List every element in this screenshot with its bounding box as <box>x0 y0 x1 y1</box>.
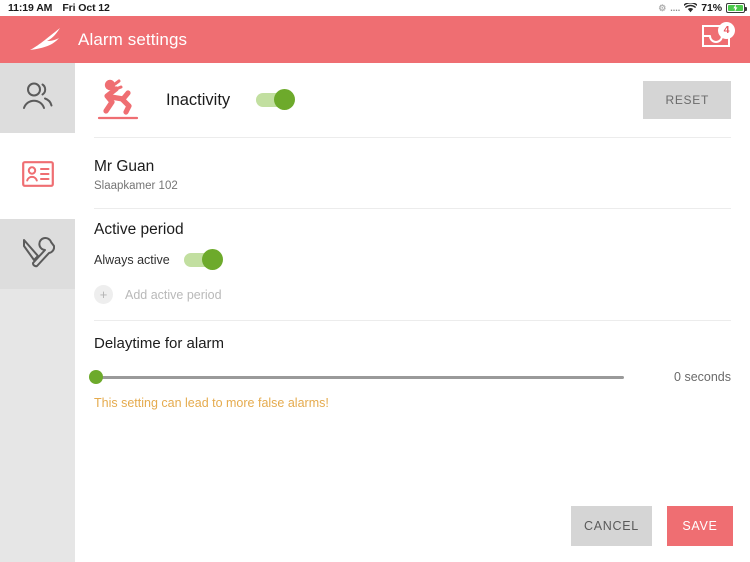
alarm-type-row: Inactivity RESET <box>75 63 750 137</box>
footer-actions: CANCEL SAVE <box>571 506 733 546</box>
patient-name: Mr Guan <box>94 158 155 175</box>
sidebar-item-profile[interactable] <box>0 141 75 211</box>
delaytime-slider[interactable] <box>89 370 624 385</box>
plus-icon: + <box>94 285 113 305</box>
tools-icon <box>21 236 55 273</box>
patient-room: Slaapkamer 102 <box>94 180 178 193</box>
always-active-toggle[interactable] <box>184 249 223 271</box>
cancel-button[interactable]: CANCEL <box>571 506 652 546</box>
delaytime-section: Delaytime for alarm 0 seconds This setti… <box>75 321 750 410</box>
sidebar-item-residents[interactable] <box>0 63 75 133</box>
delaytime-title: Delaytime for alarm <box>94 335 225 353</box>
sidebar <box>0 63 75 562</box>
swift-bird-logo <box>20 27 72 53</box>
app-header: Alarm settings 4 <box>0 16 750 63</box>
wifi-icon <box>684 3 698 13</box>
delaytime-slider-row: 0 seconds <box>89 370 731 385</box>
active-period-title: Active period <box>94 221 184 239</box>
page-title: Alarm settings <box>78 29 188 49</box>
alarm-settings-screen: 11:19 AM Fri Oct 12 ⚙ .... 71% Alarm set… <box>0 0 750 562</box>
always-active-row: Always active <box>94 249 731 271</box>
status-bar-time: 11:19 AM <box>8 2 53 14</box>
notification-badge: 4 <box>718 21 735 39</box>
add-active-period-label: Add active period <box>125 287 222 302</box>
add-active-period-button[interactable]: + Add active period <box>94 285 731 305</box>
reset-button[interactable]: RESET <box>643 81 731 119</box>
people-group-icon <box>21 81 55 116</box>
save-button[interactable]: SAVE <box>667 506 733 546</box>
active-period-section: Active period Always active + Add active… <box>75 209 750 305</box>
notifications-button[interactable]: 4 <box>696 20 736 60</box>
status-bar: 11:19 AM Fri Oct 12 ⚙ .... 71% <box>0 0 750 16</box>
battery-charging-icon <box>726 3 748 13</box>
battery-percent-label: 71% <box>701 2 722 14</box>
false-alarm-warning: This setting can lead to more false alar… <box>94 396 329 411</box>
falling-person-icon <box>94 76 146 124</box>
sidebar-item-tools[interactable] <box>0 219 75 289</box>
content-area: Inactivity RESET Mr Guan Slaapkamer 102 … <box>75 63 750 562</box>
sync-icon: ⚙ <box>658 2 667 13</box>
slider-thumb[interactable] <box>89 370 103 385</box>
inactivity-toggle[interactable] <box>256 89 296 110</box>
signal-dots-icon: .... <box>670 3 681 13</box>
status-bar-date: Fri Oct 12 <box>62 2 110 14</box>
id-card-icon <box>21 160 54 192</box>
patient-info: Mr Guan Slaapkamer 102 <box>75 138 750 208</box>
always-active-label: Always active <box>94 253 170 268</box>
alarm-type-label: Inactivity <box>166 90 231 109</box>
delaytime-value: 0 seconds <box>674 370 731 385</box>
